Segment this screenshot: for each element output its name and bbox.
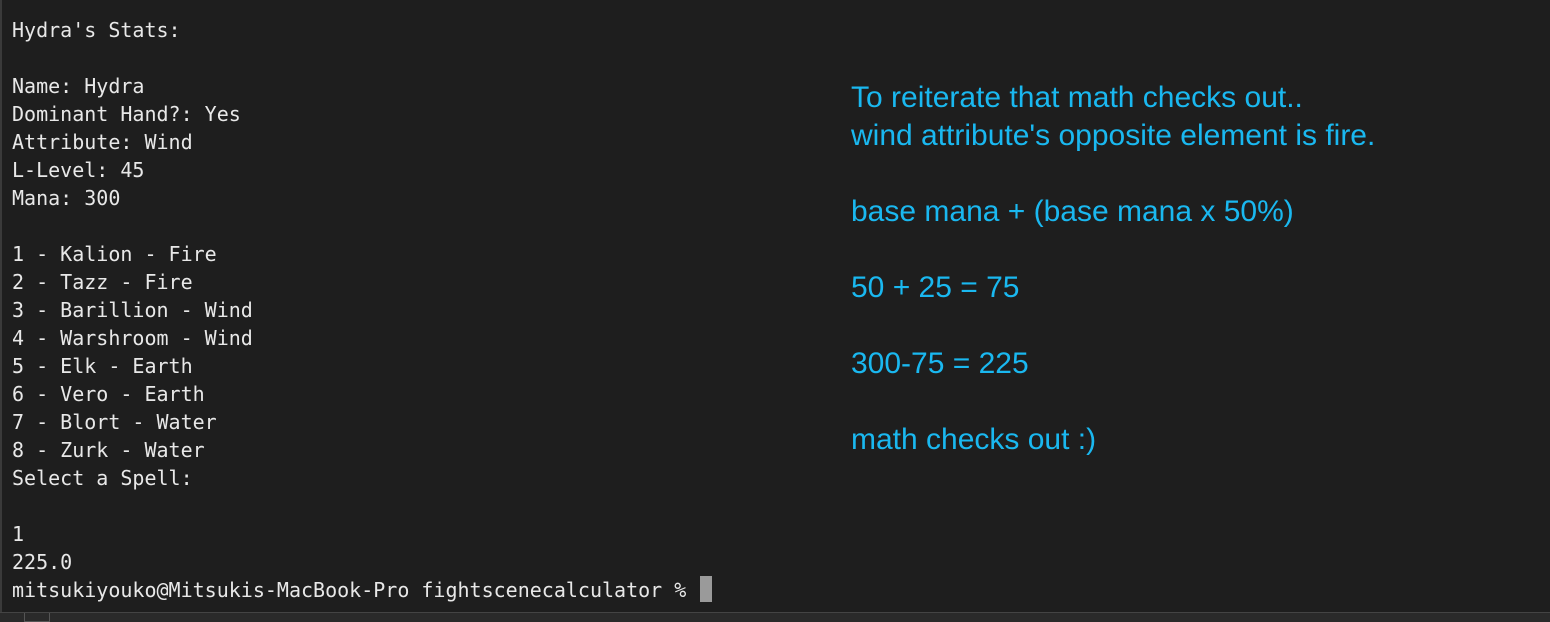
user-input-line: 1 <box>12 522 25 546</box>
program-output: 225.0 <box>12 550 73 574</box>
text-cursor <box>700 576 713 602</box>
spell-option: 6 - Vero - Earth <box>12 382 205 406</box>
spell-option: 3 - Barillion - Wind <box>12 298 253 322</box>
spell-option: 2 - Tazz - Fire <box>12 270 193 294</box>
annotation-formula: base mana + (base mana x 50%) <box>851 195 1294 228</box>
stat-dominant-hand: Dominant Hand?: Yes <box>12 102 241 126</box>
annotation-line-2: wind attribute's opposite element is fir… <box>851 119 1376 152</box>
spell-option: 7 - Blort - Water <box>12 410 217 434</box>
terminal-window[interactable]: Hydra's Stats: Name: Hydra Dominant Hand… <box>0 0 1550 612</box>
stat-l-level: L-Level: 45 <box>12 158 145 182</box>
annotation-calc-2: 300-75 = 225 <box>851 347 1029 380</box>
stat-mana: Mana: 300 <box>12 186 121 210</box>
underlying-window-edge <box>0 612 1550 622</box>
spell-option: 5 - Elk - Earth <box>12 354 193 378</box>
annotation-calc-1: 50 + 25 = 75 <box>851 271 1020 304</box>
stat-name: Name: Hydra <box>12 74 145 98</box>
annotation-line-1: To reiterate that math checks out.. <box>851 81 1303 114</box>
spell-option: 8 - Zurk - Water <box>12 438 205 462</box>
spell-option: 1 - Kalion - Fire <box>12 242 217 266</box>
spell-option: 4 - Warshroom - Wind <box>12 326 253 350</box>
stats-header: Hydra's Stats: <box>12 18 181 42</box>
annotation-conclusion: math checks out :) <box>851 423 1097 456</box>
stat-attribute: Attribute: Wind <box>12 130 193 154</box>
select-spell-prompt: Select a Spell: <box>12 466 193 490</box>
shell-prompt-line[interactable]: mitsukiyouko@Mitsukis-MacBook-Pro fights… <box>12 576 713 604</box>
underlying-window-control <box>24 613 50 622</box>
shell-prompt: mitsukiyouko@Mitsukis-MacBook-Pro fights… <box>12 578 699 602</box>
